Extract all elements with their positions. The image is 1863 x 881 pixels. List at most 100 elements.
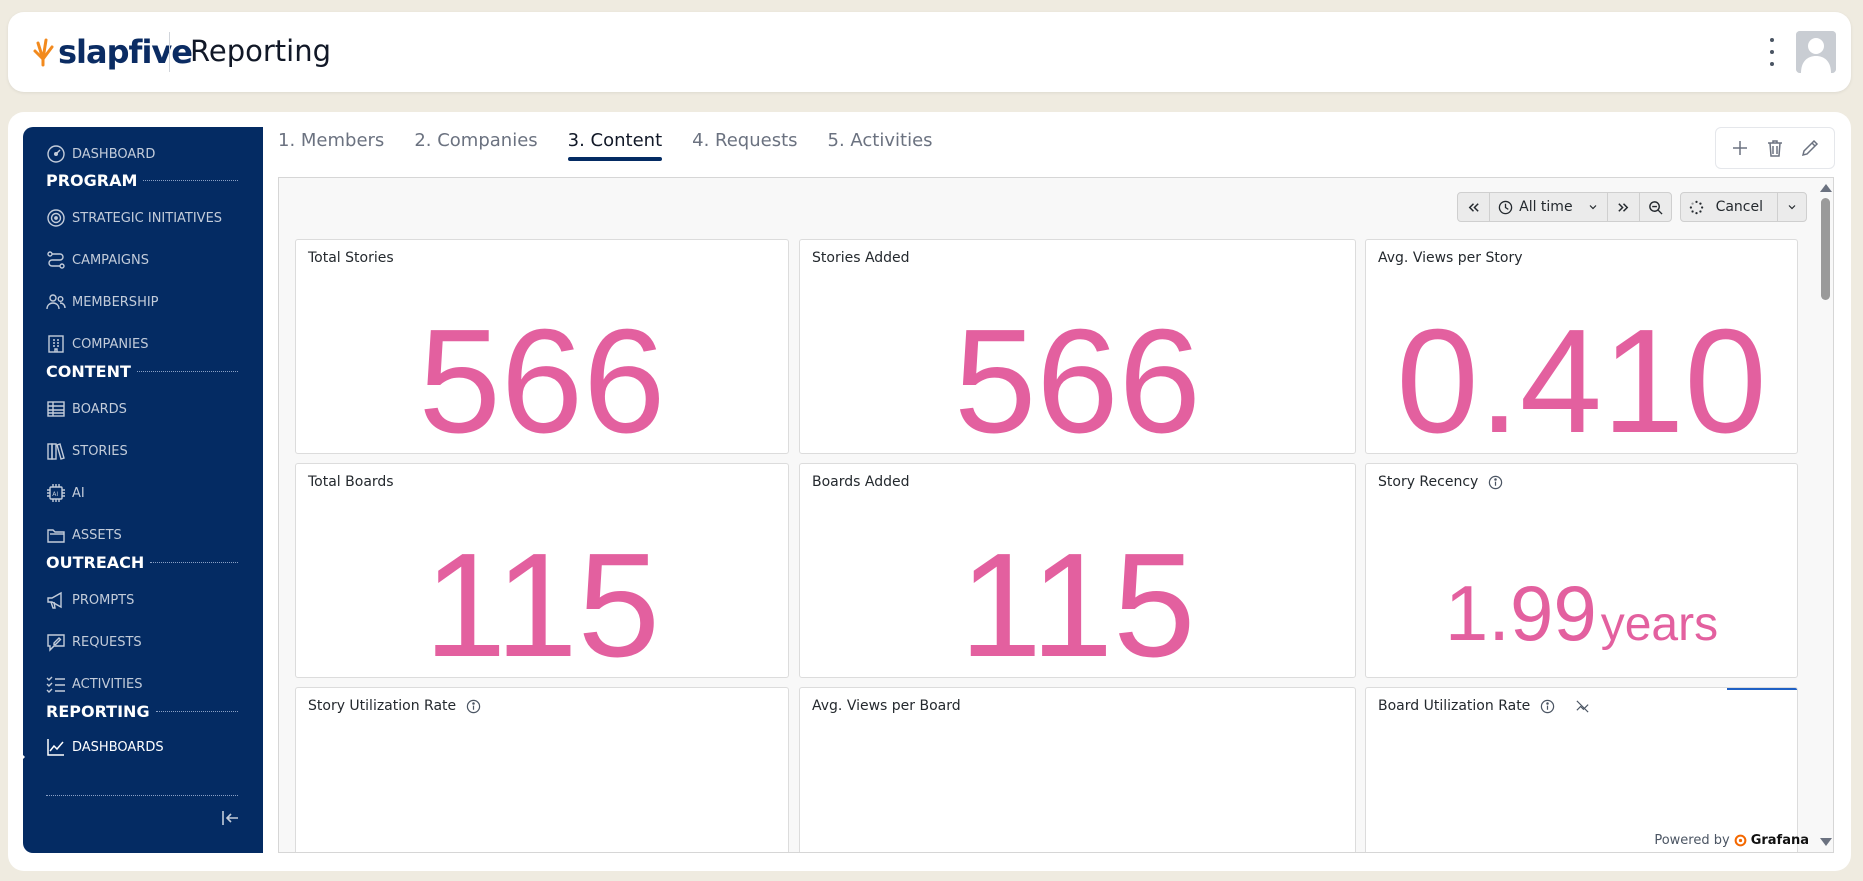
sidebar-item-strategic-initiatives[interactable]: STRATEGIC INITIATIVES — [46, 208, 222, 228]
sidebar-divider — [46, 795, 238, 796]
sidebar-item-boards[interactable]: BOARDS — [46, 399, 127, 419]
trash-icon[interactable] — [1765, 138, 1785, 158]
tab-requests[interactable]: 4. Requests — [692, 130, 797, 161]
sidebar-item-label: ACTIVITIES — [72, 676, 143, 692]
logo-text: slapfive — [58, 33, 193, 71]
time-back-button[interactable] — [1458, 193, 1491, 221]
sidebar-item-label: CAMPAIGNS — [72, 252, 149, 268]
panel-avg-views-per-story[interactable]: Avg. Views per Story 0.410 — [1365, 239, 1798, 454]
sidebar-section-program: PROGRAM — [46, 171, 238, 190]
sidebar-item-prompts[interactable]: PROMPTS — [46, 590, 134, 610]
panel-title: Story Recency — [1378, 474, 1479, 490]
sidebar-item-label: DASHBOARDS — [72, 739, 164, 755]
sidebar-item-membership[interactable]: MEMBERSHIP — [46, 292, 159, 312]
svg-text:AI: AI — [52, 491, 58, 498]
sidebar-item-label: COMPANIES — [72, 336, 149, 352]
sidebar-section-outreach: OUTREACH — [46, 553, 238, 572]
no-data-icon[interactable] — [1575, 699, 1590, 714]
sidebar-item-activities[interactable]: ACTIVITIES — [46, 674, 142, 694]
route-icon — [47, 251, 65, 269]
spinner-icon — [1689, 200, 1703, 214]
panel-title: Story Utilization Rate — [308, 698, 457, 714]
time-range-picker[interactable]: All time — [1490, 193, 1608, 221]
panel-total-stories[interactable]: Total Stories 566 — [295, 239, 789, 454]
cancel-label: Cancel — [1715, 199, 1763, 215]
stat-value: 115 — [959, 523, 1196, 678]
books-icon — [47, 443, 65, 460]
dashboard-scrollbar[interactable] — [1817, 178, 1833, 852]
info-icon[interactable] — [466, 699, 481, 714]
sidebar-item-label: BOARDS — [72, 401, 127, 417]
building-icon — [48, 335, 64, 353]
stat-value: 0.410 — [1396, 299, 1767, 454]
folder-icon — [47, 529, 65, 543]
powered-by-text: Powered by — [1654, 833, 1730, 848]
panel-stories-added[interactable]: Stories Added 566 — [799, 239, 1356, 454]
sidebar: DASHBOARD PROGRAM STRATEGIC INITIATIVES … — [15, 127, 263, 853]
tab-tools — [1715, 127, 1835, 169]
main-content: DASHBOARD PROGRAM STRATEGIC INITIATIVES … — [8, 112, 1851, 871]
panel-title: Boards Added — [812, 474, 910, 490]
panel-board-utilization-rate[interactable]: Board Utilization Rate — [1365, 687, 1798, 852]
sidebar-item-label: REQUESTS — [72, 634, 142, 650]
add-icon[interactable] — [1730, 138, 1750, 158]
sidebar-item-assets[interactable]: ASSETS — [46, 525, 122, 545]
panel-boards-added[interactable]: Boards Added 115 — [799, 463, 1356, 678]
panel-avg-views-per-board[interactable]: Avg. Views per Board — [799, 687, 1356, 852]
chevron-down-icon — [1589, 205, 1596, 210]
more-menu-icon[interactable] — [1765, 38, 1779, 66]
refresh-dropdown-button[interactable] — [1778, 193, 1806, 221]
sidebar-item-label: STORIES — [72, 443, 128, 459]
pencil-icon[interactable] — [1800, 138, 1820, 158]
tab-content[interactable]: 3. Content — [567, 130, 663, 161]
powered-by-grafana[interactable]: Powered by Grafana — [1654, 833, 1809, 848]
panel-story-recency[interactable]: Story Recency 1.99years — [1365, 463, 1798, 678]
tab-members[interactable]: 1. Members — [278, 130, 384, 161]
megaphone-icon — [47, 591, 62, 609]
collapse-sidebar-icon[interactable] — [219, 807, 241, 829]
stat-number: 1.99 — [1444, 569, 1597, 657]
stat-value: 566 — [954, 299, 1201, 454]
cancel-button[interactable]: Cancel — [1681, 193, 1778, 221]
tab-companies[interactable]: 2. Companies — [414, 130, 537, 161]
time-range-group: All time — [1457, 192, 1672, 222]
sidebar-item-campaigns[interactable]: CAMPAIGNS — [46, 250, 149, 270]
panel-title: Total Stories — [308, 250, 394, 266]
avatar[interactable] — [1796, 31, 1836, 73]
time-forward-button[interactable] — [1608, 193, 1640, 221]
info-icon[interactable] — [1488, 475, 1503, 490]
sidebar-item-companies[interactable]: COMPANIES — [46, 334, 148, 354]
page-title: Reporting — [190, 34, 331, 68]
grafana-brand: Grafana — [1750, 833, 1809, 848]
table-icon — [47, 401, 65, 417]
sidebar-item-requests[interactable]: REQUESTS — [46, 632, 142, 652]
grafana-dashboard-frame: All time Cancel Total Stories 566 Storie… — [278, 177, 1834, 853]
tab-activities[interactable]: 5. Activities — [828, 130, 933, 161]
refresh-group: Cancel — [1679, 192, 1807, 222]
sidebar-item-label: STRATEGIC INITIATIVES — [72, 210, 223, 226]
time-range-label: All time — [1519, 199, 1573, 215]
sidebar-item-stories[interactable]: STORIES — [46, 441, 128, 461]
stat-value: 566 — [418, 299, 666, 454]
sidebar-item-label: MEMBERSHIP — [72, 294, 159, 310]
message-edit-icon — [47, 634, 65, 652]
scroll-thumb[interactable] — [1821, 198, 1830, 300]
panel-title: Avg. Views per Story — [1378, 250, 1523, 266]
sparkline-edge — [1727, 688, 1797, 690]
sidebar-item-dashboard[interactable]: DASHBOARD — [46, 144, 155, 164]
zoom-out-icon — [1648, 200, 1663, 215]
panel-total-boards[interactable]: Total Boards 115 — [295, 463, 789, 678]
zoom-out-button[interactable] — [1640, 193, 1671, 221]
panel-story-utilization-rate[interactable]: Story Utilization Rate — [295, 687, 789, 852]
scroll-down-arrow[interactable] — [1820, 838, 1832, 846]
chevrons-right-icon — [1617, 202, 1628, 212]
app-header: slapfive Reporting — [8, 12, 1851, 92]
info-icon[interactable] — [1540, 699, 1555, 714]
sidebar-item-dashboards[interactable]: DASHBOARDS — [46, 737, 164, 757]
sidebar-section-content: CONTENT — [46, 362, 238, 381]
slapfive-logo[interactable]: slapfive — [32, 30, 193, 74]
sidebar-section-reporting: REPORTING — [46, 702, 238, 721]
sidebar-item-ai[interactable]: AI AI — [46, 483, 85, 503]
scroll-up-arrow[interactable] — [1820, 184, 1832, 192]
dashboard-tabs: 1. Members 2. Companies 3. Content 4. Re… — [278, 130, 933, 161]
